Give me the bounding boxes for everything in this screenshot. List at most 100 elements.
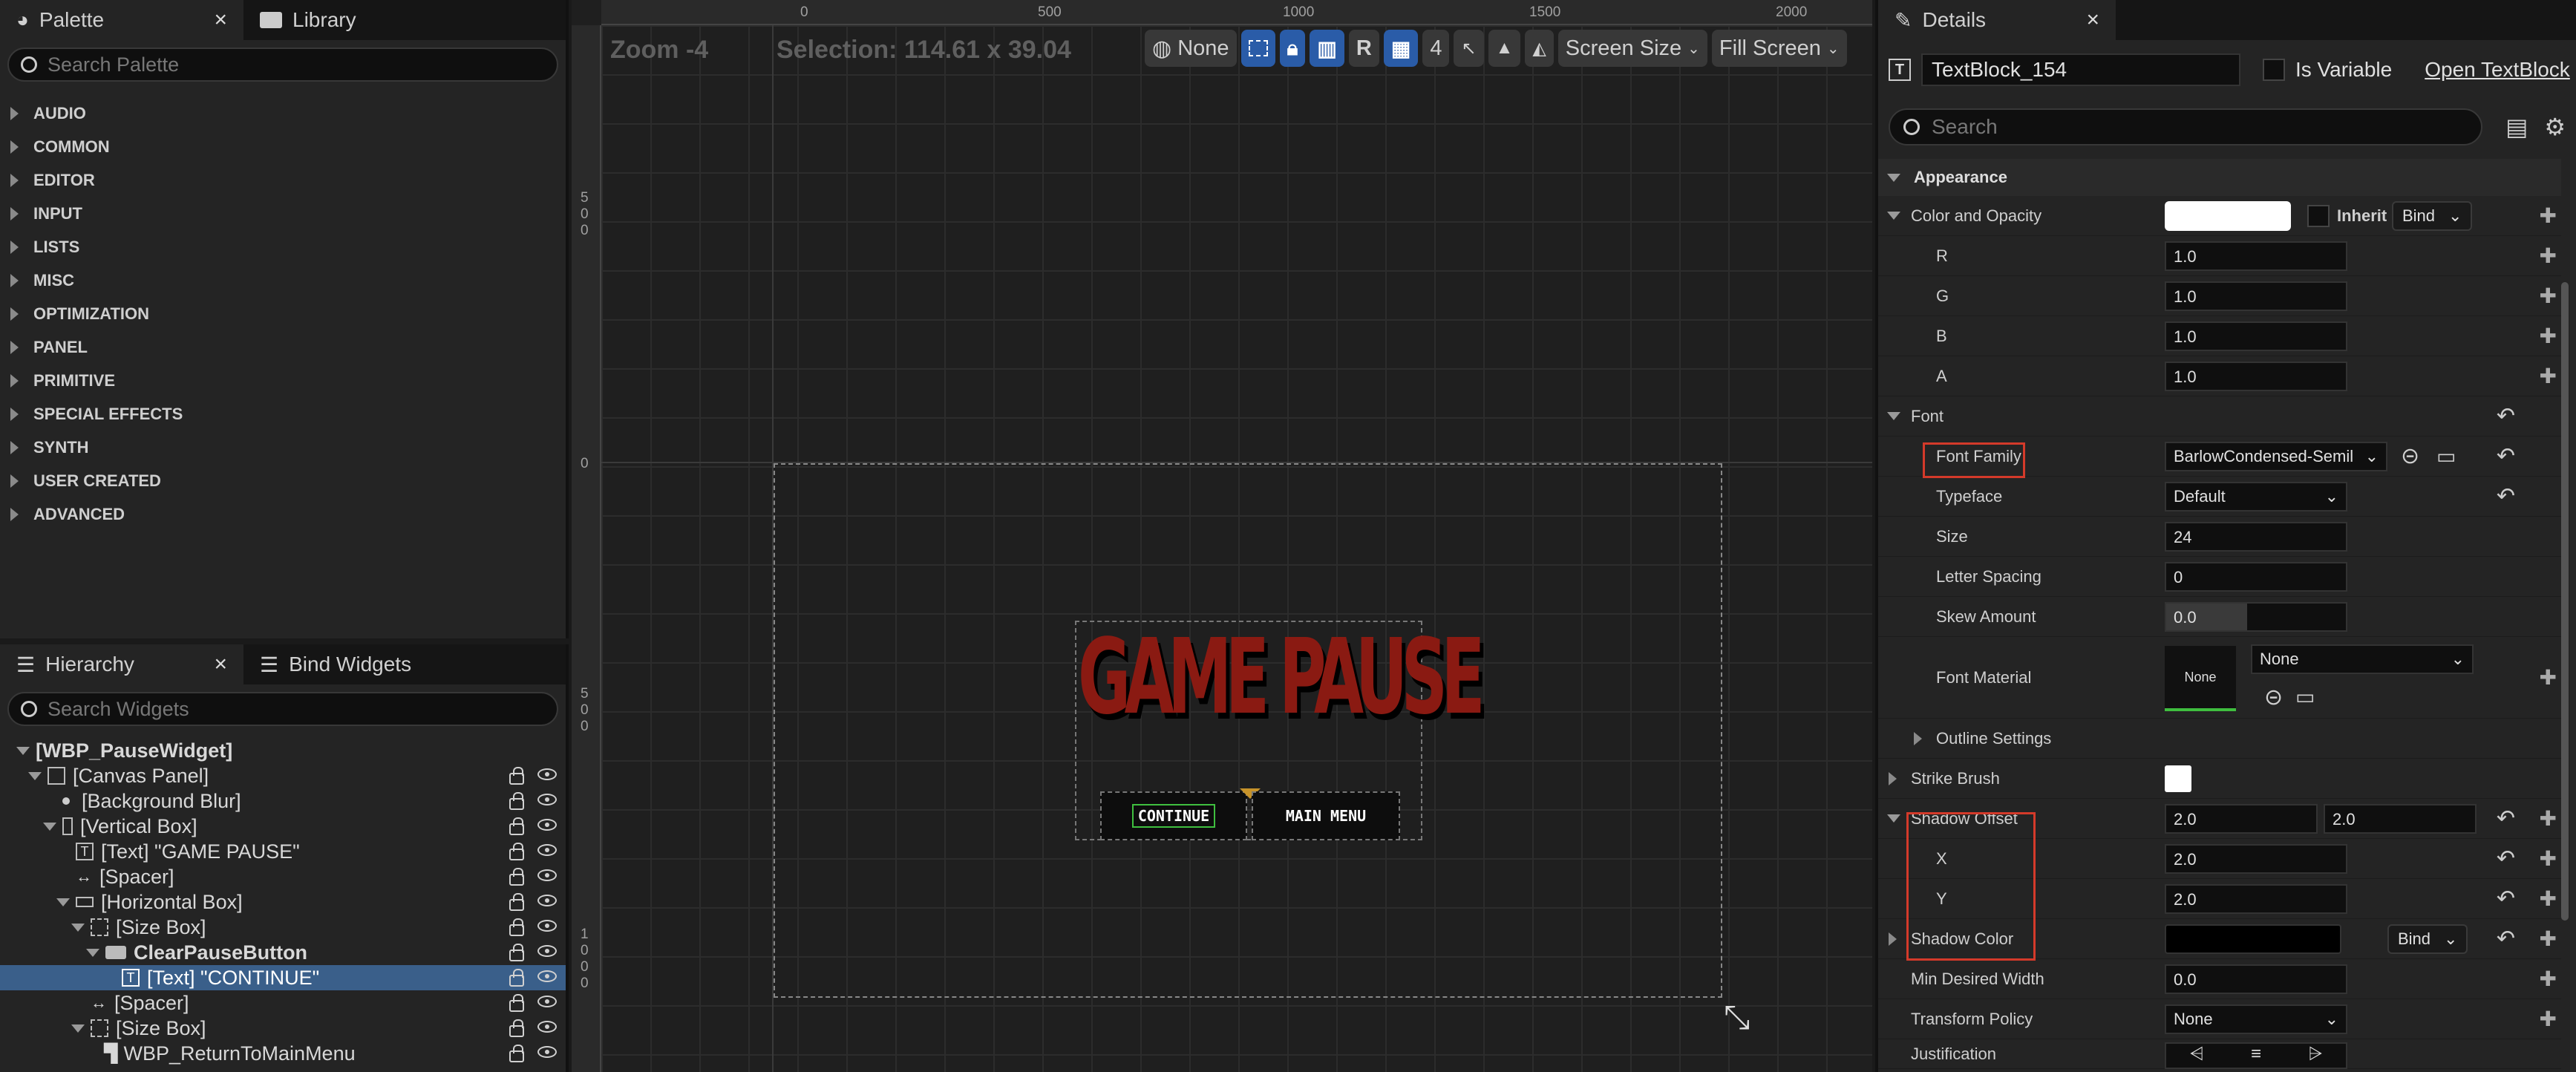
close-icon[interactable]: × bbox=[2086, 7, 2099, 33]
resize-handle-icon[interactable]: ⤡ bbox=[1724, 999, 1750, 1036]
grid-snap-value[interactable]: 4 bbox=[1422, 30, 1450, 67]
details-search-input[interactable]: Search bbox=[1889, 108, 2482, 146]
strike-brush-swatch[interactable] bbox=[2165, 765, 2191, 792]
shadow-offset-y-field[interactable]: 2.0 bbox=[2324, 803, 2477, 834]
tree-node[interactable]: ▜ WBP_ReturnToMainMenu bbox=[0, 1041, 566, 1066]
eye-icon[interactable] bbox=[537, 970, 557, 982]
eye-icon[interactable] bbox=[537, 1046, 557, 1058]
reset-icon[interactable]: ↶ bbox=[2497, 886, 2515, 912]
reset-icon[interactable]: ↶ bbox=[2497, 846, 2515, 872]
tree-node[interactable]: [Size Box] bbox=[0, 1016, 566, 1041]
chevron-down-icon[interactable] bbox=[1887, 814, 1900, 823]
flip-button[interactable]: ◭ bbox=[1525, 30, 1554, 67]
shadow-x-field[interactable]: 2.0 bbox=[2165, 843, 2347, 874]
palette-category[interactable]: PANEL bbox=[0, 330, 566, 364]
keyframe-icon[interactable]: ✚ bbox=[2540, 364, 2557, 388]
table-view-icon[interactable]: ▤ bbox=[2505, 113, 2528, 141]
keyframe-icon[interactable]: ✚ bbox=[2540, 926, 2557, 951]
material-thumbnail[interactable]: None bbox=[2165, 646, 2236, 711]
lock-icon[interactable] bbox=[509, 1019, 524, 1037]
folder-search-icon[interactable]: ▭ bbox=[2295, 684, 2315, 709]
eye-icon[interactable] bbox=[537, 996, 557, 1007]
eye-icon[interactable] bbox=[537, 768, 557, 780]
cursor-mode-button[interactable]: ↖ bbox=[1454, 30, 1484, 67]
palette-category[interactable]: INPUT bbox=[0, 197, 566, 230]
lock-icon[interactable] bbox=[509, 817, 524, 835]
bind-dropdown[interactable]: Bind ⌄ bbox=[2392, 200, 2473, 231]
tree-node[interactable]: ClearPauseButton bbox=[0, 940, 566, 965]
r-field[interactable]: 1.0 bbox=[2165, 241, 2347, 271]
reset-icon[interactable]: ↶ bbox=[2497, 483, 2515, 509]
tree-node[interactable]: T [Text] "GAME PAUSE" bbox=[0, 839, 566, 864]
tab-library[interactable]: Library bbox=[243, 0, 373, 40]
eye-icon[interactable] bbox=[537, 945, 557, 957]
tree-node[interactable]: [Canvas Panel] bbox=[0, 763, 566, 788]
lock-icon[interactable] bbox=[509, 994, 524, 1012]
tree-node[interactable]: ↔ [Spacer] bbox=[0, 990, 566, 1016]
region-select-button[interactable] bbox=[1240, 30, 1275, 67]
typeface-dropdown[interactable]: Default ⌄ bbox=[2165, 481, 2347, 512]
tree-node[interactable]: [Background Blur] bbox=[0, 788, 566, 814]
keyframe-icon[interactable]: ✚ bbox=[2540, 203, 2557, 228]
eye-icon[interactable] bbox=[537, 895, 557, 906]
palette-category[interactable]: AUDIO bbox=[0, 97, 566, 130]
palette-category[interactable]: OPTIMIZATION bbox=[0, 297, 566, 330]
designer-viewport[interactable]: 0 500 1000 1500 2000 5 0 0 0 5 0 0 1 0 0… bbox=[572, 0, 1872, 1072]
shadow-y-field[interactable]: 2.0 bbox=[2165, 883, 2347, 914]
a-field[interactable]: 1.0 bbox=[2165, 361, 2347, 391]
chevron-down-icon[interactable] bbox=[1887, 212, 1900, 220]
keyframe-icon[interactable]: ✚ bbox=[2540, 846, 2557, 871]
tree-node[interactable]: [Size Box] bbox=[0, 915, 566, 940]
hierarchy-search-input[interactable]: Search Widgets bbox=[7, 692, 558, 726]
keyframe-icon[interactable]: ✚ bbox=[2540, 324, 2557, 348]
reset-icon[interactable]: ↶ bbox=[2497, 403, 2515, 429]
keyframe-icon[interactable]: ✚ bbox=[2540, 284, 2557, 308]
palette-category[interactable]: ADVANCED bbox=[0, 497, 566, 531]
inherit-checkbox[interactable] bbox=[2307, 204, 2330, 227]
details-scrollbar[interactable] bbox=[2561, 282, 2569, 921]
align-right-icon[interactable]: ⩥ bbox=[2308, 1044, 2322, 1068]
palette-category[interactable]: USER CREATED bbox=[0, 464, 566, 497]
folder-search-icon[interactable]: ▭ bbox=[2436, 444, 2456, 468]
lock-icon[interactable] bbox=[509, 1045, 524, 1062]
transform-policy-dropdown[interactable]: None ⌄ bbox=[2165, 1004, 2347, 1034]
palette-search-input[interactable]: Search Palette bbox=[7, 48, 558, 82]
font-family-dropdown[interactable]: BarlowCondensed-Semil ⌄ bbox=[2165, 441, 2387, 471]
color-swatch[interactable] bbox=[2165, 200, 2291, 231]
lock-icon[interactable] bbox=[509, 893, 524, 911]
continue-button-preview[interactable]: CONTINUE bbox=[1100, 791, 1247, 840]
eye-icon[interactable] bbox=[537, 794, 557, 805]
eye-icon[interactable] bbox=[537, 920, 557, 932]
eye-icon[interactable] bbox=[537, 869, 557, 881]
tree-node-selected[interactable]: T [Text] "CONTINUE" bbox=[0, 965, 566, 990]
eye-icon[interactable] bbox=[537, 844, 557, 856]
chevron-down-icon[interactable] bbox=[1887, 412, 1900, 420]
palette-category[interactable]: SYNTH bbox=[0, 431, 566, 464]
lock-icon[interactable] bbox=[509, 767, 524, 785]
lock-icon[interactable] bbox=[509, 868, 524, 886]
keyframe-icon[interactable]: ✚ bbox=[2540, 806, 2557, 831]
min-desired-width-field[interactable]: 0.0 bbox=[2165, 964, 2347, 994]
browse-icon[interactable]: ⊝ bbox=[2264, 684, 2283, 710]
reset-icon[interactable]: ↶ bbox=[2497, 926, 2515, 952]
letter-spacing-field[interactable]: 0 bbox=[2165, 561, 2347, 592]
close-icon[interactable]: × bbox=[214, 7, 227, 33]
chevron-right-icon[interactable] bbox=[1889, 932, 1897, 946]
screen-size-dropdown[interactable]: Screen Size ⌄ bbox=[1557, 30, 1707, 67]
lock-icon[interactable] bbox=[509, 843, 524, 860]
keyframe-icon[interactable]: ✚ bbox=[2540, 244, 2557, 268]
tree-node[interactable]: ↔ [Spacer] bbox=[0, 864, 566, 889]
tab-bind-widgets[interactable]: ☰ Bind Widgets bbox=[243, 644, 428, 684]
section-appearance[interactable]: Appearance bbox=[1878, 159, 2561, 196]
locale-button[interactable]: ◍ None bbox=[1145, 30, 1237, 67]
close-icon[interactable]: × bbox=[214, 652, 227, 677]
keyframe-icon[interactable]: ✚ bbox=[2540, 967, 2557, 991]
main-menu-button-preview[interactable]: MAIN MENU bbox=[1252, 791, 1400, 840]
bind-dropdown[interactable]: Bind ⌄ bbox=[2387, 924, 2468, 954]
tab-details[interactable]: ✎ Details × bbox=[1878, 0, 2116, 40]
tree-node[interactable]: [WBP_PauseWidget] bbox=[0, 738, 566, 763]
reset-icon[interactable]: ↶ bbox=[2497, 443, 2515, 469]
shadow-offset-x-field[interactable]: 2.0 bbox=[2165, 803, 2318, 834]
palette-category[interactable]: LISTS bbox=[0, 230, 566, 264]
open-textblock-link[interactable]: Open TextBlock bbox=[2425, 58, 2570, 82]
